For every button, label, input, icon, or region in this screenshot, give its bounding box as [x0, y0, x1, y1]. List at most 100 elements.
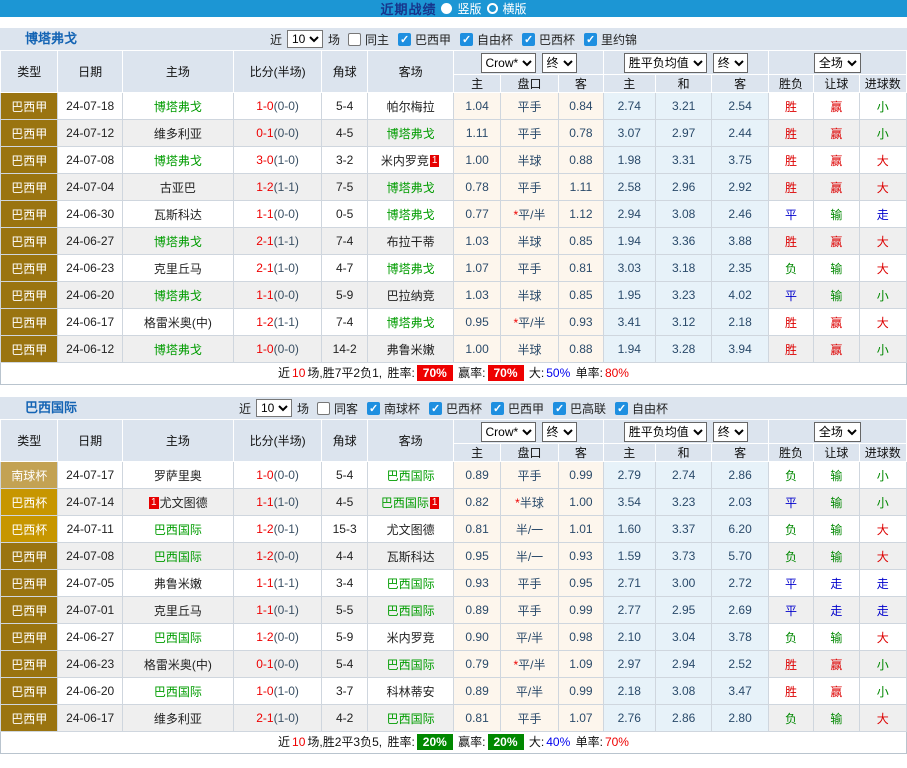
odds-handicap: *半球 — [500, 489, 558, 516]
team-name-link[interactable]: 格雷米奥(中) — [144, 316, 212, 330]
odds-final-select[interactable]: 终 — [542, 422, 577, 442]
radio-horizontal-icon[interactable] — [487, 3, 498, 14]
team-name-link[interactable]: 尤文图德 — [387, 523, 435, 537]
match-row: 巴西甲24-07-18博塔弗戈1-0(0-0)5-4帕尔梅拉1.04平手0.84… — [1, 93, 907, 120]
team-name-link[interactable]: 瓦斯科达 — [387, 550, 435, 564]
same-venue-checkbox[interactable] — [348, 33, 361, 46]
team-name-link[interactable]: 巴西国际 — [387, 658, 435, 672]
scope-select[interactable]: 全场 — [814, 53, 861, 73]
result-wdl: 平 — [768, 489, 813, 516]
team-name-link[interactable]: 博塔弗戈 — [154, 100, 202, 114]
avg-home-odds: 1.95 — [603, 282, 655, 309]
team-name-link[interactable]: 博塔弗戈 — [387, 181, 435, 195]
team-name-link[interactable]: 弗鲁米嫩 — [387, 343, 435, 357]
team-name-link[interactable]: 博塔弗戈 — [387, 208, 435, 222]
league-checkbox[interactable] — [553, 402, 566, 415]
halftime-score: (1-1) — [274, 180, 299, 194]
league-checkbox[interactable] — [584, 33, 597, 46]
away-team-cell: 瓦斯科达 — [367, 543, 454, 570]
cover-rate-label: 赢率: — [458, 366, 485, 380]
team-name-link[interactable]: 克里丘马 — [154, 604, 202, 618]
team-name-link[interactable]: 巴西国际 — [387, 604, 435, 618]
avg-draw-odds: 3.31 — [655, 147, 711, 174]
match-row: 巴西甲24-07-05弗鲁米嫩1-1(1-1)3-4巴西国际0.93平手0.95… — [1, 570, 907, 597]
team-name-link[interactable]: 博塔弗戈 — [387, 316, 435, 330]
team-name-link[interactable]: 尤文图德 — [160, 496, 208, 510]
team-name-link[interactable]: 巴西国际 — [387, 577, 435, 591]
match-row: 巴西甲24-06-23克里丘马2-1(1-0)4-7博塔弗戈1.07平手0.81… — [1, 255, 907, 282]
recent-count-select[interactable]: 10 — [256, 399, 292, 417]
team-name-link[interactable]: 弗鲁米嫩 — [154, 577, 202, 591]
team-name-link[interactable]: 巴西国际 — [154, 685, 202, 699]
team-name-link[interactable]: 米内罗竞 — [387, 631, 435, 645]
league-checkbox[interactable] — [491, 402, 504, 415]
away-team-cell: 尤文图德 — [367, 516, 454, 543]
avg-company-select[interactable]: 胜平负均值 — [624, 53, 707, 73]
league-checkbox[interactable] — [522, 33, 535, 46]
team-name-link[interactable]: 罗萨里奥 — [154, 469, 202, 483]
fulltime-score: 1-1 — [256, 288, 273, 302]
radio-horizontal-label[interactable]: 横版 — [503, 0, 527, 17]
odds-company-select[interactable]: Crow* — [481, 53, 536, 73]
same-venue-checkbox[interactable] — [317, 402, 330, 415]
league-checkbox[interactable] — [398, 33, 411, 46]
league-label: 巴高联 — [570, 400, 606, 417]
team-name-heading[interactable]: 博塔弗戈 — [25, 28, 77, 50]
team-name-link[interactable]: 巴西国际 — [387, 712, 435, 726]
avg-company-select[interactable]: 胜平负均值 — [624, 422, 707, 442]
league-checkbox[interactable] — [429, 402, 442, 415]
team-name-link[interactable]: 米内罗竞 — [381, 154, 429, 168]
corner-cell: 5-4 — [322, 93, 367, 120]
team-name-link[interactable]: 博塔弗戈 — [154, 343, 202, 357]
team-name-link[interactable]: 巴西国际 — [154, 523, 202, 537]
odds-away: 0.88 — [559, 147, 603, 174]
corner-cell: 7-4 — [322, 309, 367, 336]
league-checkbox[interactable] — [460, 33, 473, 46]
avg-draw-odds: 2.97 — [655, 120, 711, 147]
avg-final-select[interactable]: 终 — [713, 53, 748, 73]
recent-count-select[interactable]: 10 — [287, 30, 323, 48]
team-name-link[interactable]: 科林蒂安 — [387, 685, 435, 699]
odds-final-select[interactable]: 终 — [542, 53, 577, 73]
avg-home-odds: 2.58 — [603, 174, 655, 201]
radio-vertical-selected-icon[interactable] — [441, 3, 452, 14]
team-name-link[interactable]: 巴西国际 — [154, 631, 202, 645]
odds-company-select[interactable]: Crow* — [481, 422, 536, 442]
team-name-link[interactable]: 瓦斯科达 — [154, 208, 202, 222]
team-name-link[interactable]: 克里丘马 — [154, 262, 202, 276]
league-checkbox[interactable] — [615, 402, 628, 415]
home-team-cell: 维多利亚 — [122, 120, 233, 147]
scope-select[interactable]: 全场 — [814, 422, 861, 442]
league-checkbox[interactable] — [367, 402, 380, 415]
team-name-link[interactable]: 巴西国际 — [381, 496, 429, 510]
team-name-link[interactable]: 古亚巴 — [160, 181, 196, 195]
team-name-link[interactable]: 巴拉纳竞 — [387, 289, 435, 303]
corner-cell: 3-2 — [322, 147, 367, 174]
team-name-link[interactable]: 博塔弗戈 — [154, 289, 202, 303]
team-name-link[interactable]: 维多利亚 — [154, 127, 202, 141]
title-bar: 近期战绩 竖版 横版 — [0, 0, 907, 17]
home-team-cell: 克里丘马 — [122, 255, 233, 282]
odds-group-header: Crow* 终 — [454, 420, 603, 444]
team-name-link[interactable]: 博塔弗戈 — [154, 154, 202, 168]
team-name-link[interactable]: 博塔弗戈 — [387, 262, 435, 276]
avg-away-odds: 2.52 — [712, 651, 768, 678]
team-name-link[interactable]: 格雷米奥(中) — [144, 658, 212, 672]
team-name-link[interactable]: 帕尔梅拉 — [387, 100, 435, 114]
league-type-cell: 巴西甲 — [1, 336, 58, 363]
team-name-link[interactable]: 巴西国际 — [154, 550, 202, 564]
avg-final-select[interactable]: 终 — [713, 422, 748, 442]
score-cell: 1-2(0-1) — [233, 516, 322, 543]
fulltime-score: 1-2 — [256, 315, 273, 329]
odds-away: 0.93 — [559, 543, 603, 570]
team-name-link[interactable]: 巴西国际 — [387, 469, 435, 483]
team-name-link[interactable]: 维多利亚 — [154, 712, 202, 726]
result-handicap: 赢 — [814, 651, 859, 678]
team-name-link[interactable]: 博塔弗戈 — [387, 127, 435, 141]
team-name-link[interactable]: 布拉干蒂 — [387, 235, 435, 249]
radio-vertical-label[interactable]: 竖版 — [457, 0, 481, 17]
score-cell: 1-1(0-0) — [233, 201, 322, 228]
team-name-link[interactable]: 博塔弗戈 — [154, 235, 202, 249]
odds-home: 0.78 — [454, 174, 500, 201]
team-name-heading[interactable]: 巴西国际 — [25, 397, 77, 419]
